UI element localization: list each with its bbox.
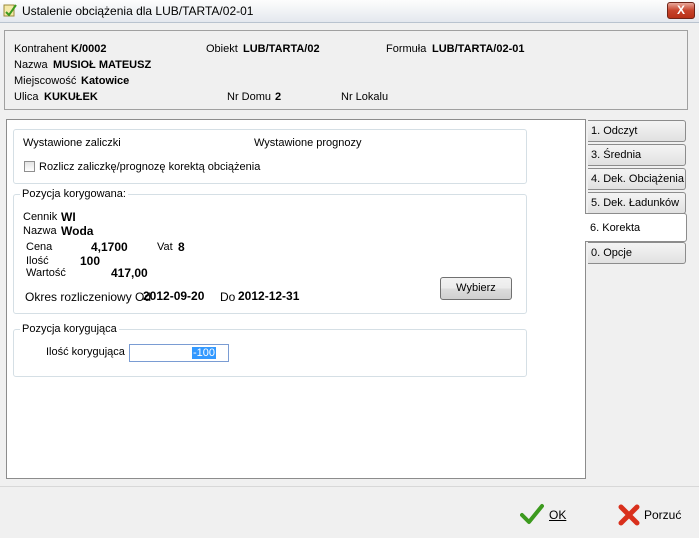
vat-label: Vat [157,241,173,253]
footer-divider [0,486,699,487]
formula-value: LUB/TARTA/02-01 [432,43,525,55]
wybierz-button-label: Wybierz [456,282,496,294]
cennik-label: Cennik [23,211,58,223]
do-label: Do [220,290,236,304]
kontrahent-label: Kontrahent [14,43,68,55]
tab-label: 5. Dek. Ładunków [591,197,680,209]
window-title: Ustalenie obciążenia dla LUB/TARTA/02-01 [22,4,254,18]
tab-label: 6. Korekta [590,222,641,234]
ok-button[interactable]: OK [520,503,570,527]
nr-lokalu-label: Nr Lokalu [341,91,389,103]
ulica-label: Ulica [14,91,39,103]
cena-value: 4,1700 [91,240,128,254]
nazwa-label: Nazwa [14,59,48,71]
tab-srednia[interactable]: 3. Średnia [588,144,686,166]
okres-od-value: 2012-09-20 [143,289,205,303]
close-icon: X [676,3,685,17]
porzuc-button[interactable]: Porzuć [617,503,687,527]
nazwa-value-2: Woda [61,224,94,238]
app-icon [3,4,17,17]
tab-dek-obciazenia[interactable]: 4. Dek. Obciążenia [588,168,686,190]
nazwa-label-2: Nazwa [23,225,57,237]
tab-label: 0. Opcje [591,247,632,259]
okres-do-value: 2012-12-31 [238,289,300,303]
ulica-value: KUKUŁEK [44,91,98,103]
checkmark-icon [520,504,544,524]
ilosc-value: 100 [80,254,101,268]
obiekt-value: LUB/TARTA/02 [243,43,320,55]
tab-label: 3. Średnia [591,149,642,161]
miejscowosc-label: Miejscowość [14,75,77,87]
tab-opcje[interactable]: 0. Opcje [588,242,686,264]
nazwa-value: MUSIOŁ MATEUSZ [53,59,152,71]
tab-korekta[interactable]: 6. Korekta [585,213,687,242]
close-button[interactable]: X [667,2,695,19]
tab-odczyt[interactable]: 1. Odczyt [588,120,686,142]
ok-label: OK [549,508,567,522]
nr-domu-label: Nr Domu [227,91,272,103]
nr-domu-value: 2 [275,91,282,103]
ilosc-label: Ilość [26,255,49,267]
rozlicz-checkbox[interactable] [24,161,35,172]
formula-label: Formuła [386,43,427,55]
cancel-x-icon [618,504,640,526]
ilosc-korygujaca-input[interactable]: -100 [129,344,229,362]
pozycja-korygujaca-title: Pozycja korygująca [20,323,119,335]
tab-label: 4. Dek. Obciążenia [591,173,684,185]
cennik-value: WI [61,210,76,224]
tab-label: 1. Odczyt [591,125,638,137]
pozycja-korygowana-title: Pozycja korygowana: [20,188,128,200]
miejscowosc-value: Katowice [81,75,130,87]
okres-label: Okres rozliczeniowy Od [25,290,152,304]
rozlicz-checkbox-label[interactable]: Rozlicz zaliczkę/prognozę korektą obciąż… [39,161,260,173]
ilosc-korygujaca-label: Ilość korygująca [46,346,125,358]
wartosc-label: Wartość [26,267,66,279]
tab-dek-ladunkow[interactable]: 5. Dek. Ładunków [588,192,686,214]
porzuc-label: Porzuć [644,508,682,522]
kontrahent-value: K/0002 [71,43,107,55]
cena-label: Cena [26,241,53,253]
obiekt-label: Obiekt [206,43,238,55]
wartosc-value: 417,00 [111,266,148,280]
wybierz-button[interactable]: Wybierz [440,277,512,300]
ilosc-korygujaca-value: -100 [191,347,216,359]
title-bar[interactable]: Ustalenie obciążenia dla LUB/TARTA/02-01… [0,0,699,23]
wystawione-prognozy-label: Wystawione prognozy [254,137,362,149]
wystawione-zaliczki-label: Wystawione zaliczki [23,137,121,149]
vat-value: 8 [178,240,185,254]
